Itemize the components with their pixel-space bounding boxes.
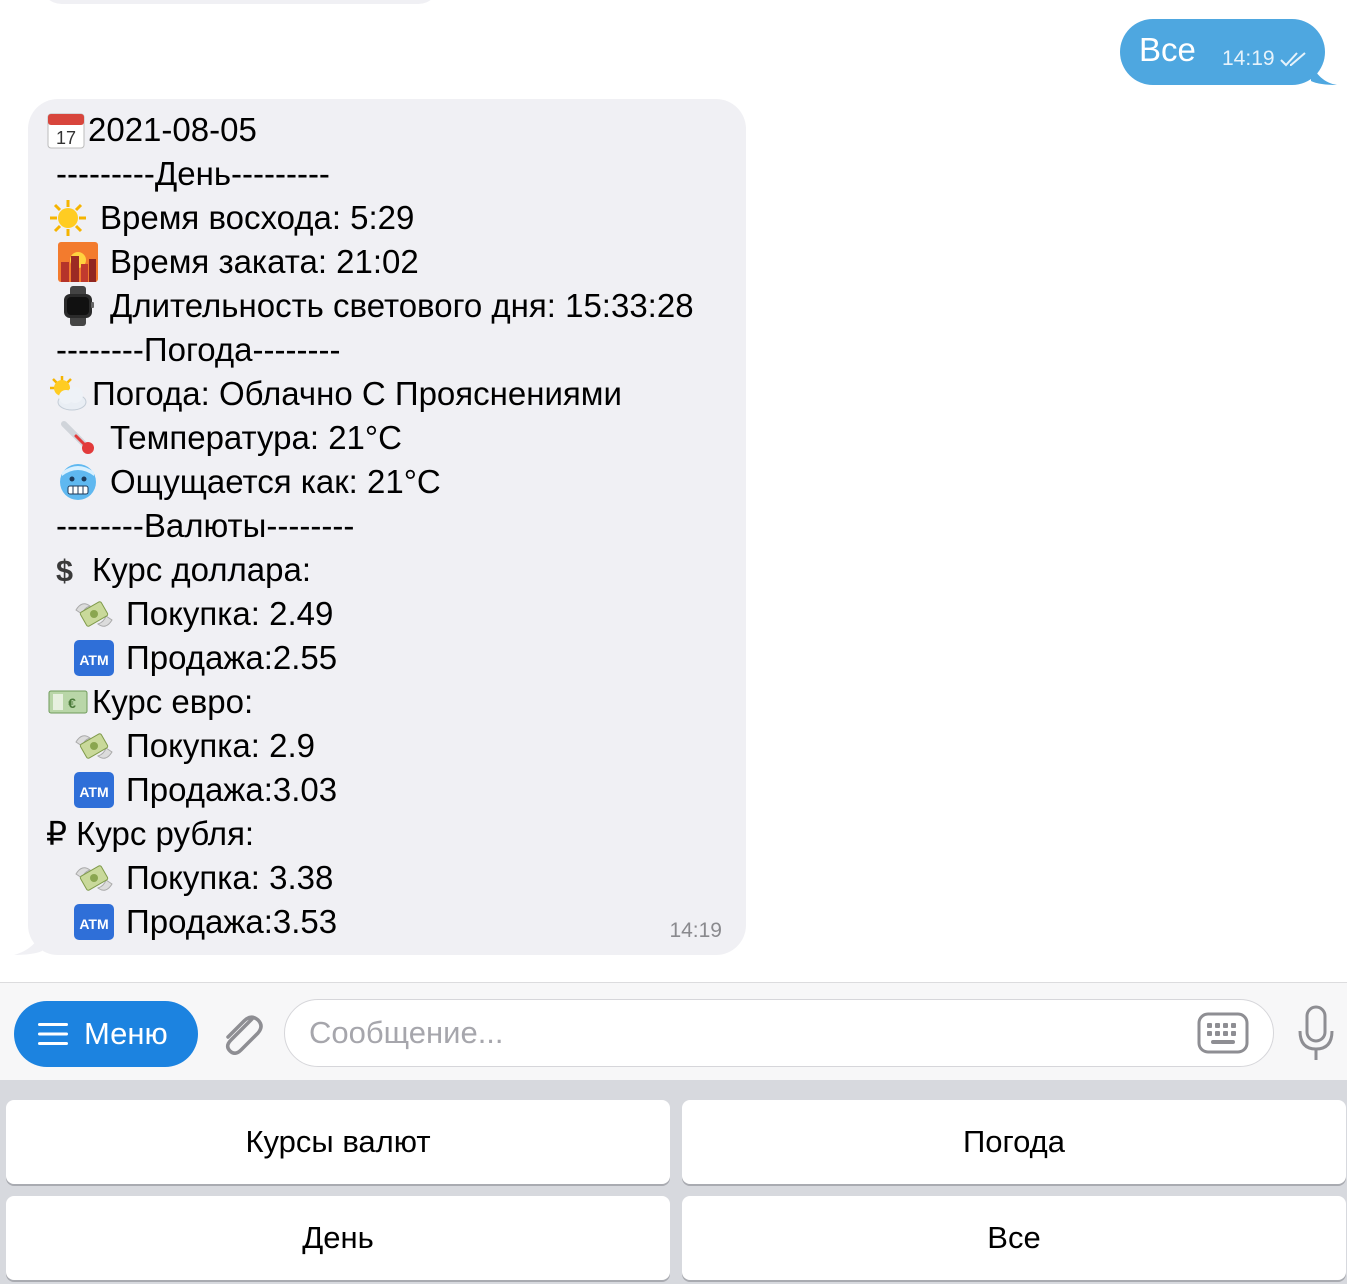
message-line-text: Время восхода: 5:29 bbox=[100, 199, 415, 236]
calendar-icon: 17 bbox=[47, 113, 85, 149]
message-line-rub-buy: Покупка: 3.38 bbox=[74, 856, 333, 900]
atm-icon: ATM bbox=[74, 904, 114, 940]
keyboard-button-rates[interactable]: Курсы валют bbox=[6, 1100, 670, 1184]
outgoing-message-meta: 14:19 bbox=[1222, 47, 1309, 71]
message-line-text: Покупка: 2.9 bbox=[126, 727, 315, 764]
svg-text:$: $ bbox=[56, 554, 73, 588]
menu-button-label: Меню bbox=[84, 1016, 168, 1051]
paperclip-icon[interactable] bbox=[216, 1007, 266, 1061]
watch-icon bbox=[64, 286, 94, 326]
hamburger-icon bbox=[38, 1023, 68, 1045]
message-line-ruble: ₽ Курс рубля: bbox=[46, 812, 254, 856]
svg-text:17: 17 bbox=[56, 128, 76, 148]
svg-text:ATM: ATM bbox=[79, 916, 108, 932]
message-line-text: Покупка: 2.49 bbox=[126, 595, 334, 632]
message-input[interactable] bbox=[307, 1000, 1191, 1066]
sun-behind-cloud-icon bbox=[50, 376, 87, 411]
message-line-text: Ощущается как: 21°C bbox=[110, 463, 441, 500]
message-line-euro: € Курс евро: bbox=[48, 680, 253, 724]
bubble-tail bbox=[14, 929, 42, 955]
outgoing-message-bubble[interactable]: Все 14:19 bbox=[1120, 19, 1325, 85]
message-line-text: Продажа:2.55 bbox=[126, 639, 338, 676]
menu-button[interactable]: Меню bbox=[14, 1001, 198, 1067]
incoming-message-bubble[interactable]: 17 2021-08-05 ---------День--------- Вре… bbox=[28, 99, 746, 955]
svg-text:ATM: ATM bbox=[79, 784, 108, 800]
previous-message-bubble bbox=[40, 0, 440, 4]
atm-icon: ATM bbox=[74, 772, 114, 808]
message-line-usd-buy: Покупка: 2.49 bbox=[74, 592, 333, 636]
message-line-eur-sell: ATM Продажа:3.03 bbox=[74, 768, 337, 812]
message-line-text: --------Погода-------- bbox=[56, 331, 341, 368]
bot-keyboard: Курсы валют Погода День Все bbox=[0, 1080, 1347, 1284]
keyboard-button-weather[interactable]: Погода bbox=[682, 1100, 1346, 1184]
money-wings-icon bbox=[75, 733, 113, 759]
money-wings-icon bbox=[75, 865, 113, 891]
message-line-text: --------Валюты-------- bbox=[56, 507, 355, 544]
message-line-text: Курс доллара: bbox=[92, 551, 311, 588]
message-line-divider: ---------День--------- bbox=[56, 152, 330, 196]
message-line-rub-sell: ATM Продажа:3.53 bbox=[74, 900, 337, 944]
message-line-divider: --------Погода-------- bbox=[56, 328, 340, 372]
message-line-text: Продажа:3.03 bbox=[126, 771, 338, 808]
message-line-text: Продажа:3.53 bbox=[126, 903, 338, 940]
keyboard-icon[interactable] bbox=[1197, 1012, 1249, 1054]
message-line-temperature: Температура: 21°C bbox=[58, 416, 402, 460]
bubble-tail bbox=[1311, 61, 1337, 85]
message-line-text: Длительность светового дня: 15:33:28 bbox=[110, 287, 694, 324]
microphone-icon[interactable] bbox=[1296, 1005, 1336, 1063]
message-line-sunset: Время заката: 21:02 bbox=[58, 240, 419, 284]
keyboard-button-day[interactable]: День bbox=[6, 1196, 670, 1280]
message-line-text: Погода: Облачно С Прояснениями bbox=[92, 375, 622, 412]
message-line-text: Время заката: 21:02 bbox=[110, 243, 419, 280]
svg-text:ATM: ATM bbox=[79, 652, 108, 668]
message-input-bar: Меню bbox=[0, 982, 1347, 1080]
sunset-city-icon bbox=[58, 242, 98, 282]
message-line-text: Покупка: 3.38 bbox=[126, 859, 334, 896]
chat-area: Все 14:19 17 2021-08-05 ---------День---… bbox=[0, 0, 1347, 982]
dollar-sign-icon: $ bbox=[56, 554, 73, 588]
message-line-feels-like: Ощущается как: 21°C bbox=[58, 460, 441, 504]
thermometer-icon bbox=[61, 421, 94, 454]
outgoing-message-text: Все bbox=[1139, 31, 1196, 68]
message-line-sunrise: Время восхода: 5:29 bbox=[48, 196, 414, 240]
message-line-usd-sell: ATM Продажа:2.55 bbox=[74, 636, 337, 680]
outgoing-message-time: 14:19 bbox=[1222, 47, 1275, 70]
euro-banknote-icon: € bbox=[48, 690, 88, 714]
keyboard-button-all[interactable]: Все bbox=[682, 1196, 1346, 1280]
message-field[interactable] bbox=[284, 999, 1274, 1067]
atm-icon: ATM bbox=[74, 640, 114, 676]
message-line-date: 17 2021-08-05 bbox=[46, 108, 257, 152]
message-line-text: 2021-08-05 bbox=[88, 111, 257, 148]
double-check-icon bbox=[1279, 52, 1306, 67]
message-line-eur-buy: Покупка: 2.9 bbox=[74, 724, 315, 768]
message-line-dollar: $ Курс доллара: bbox=[50, 548, 311, 592]
message-line-text: ₽ Курс рубля: bbox=[46, 815, 255, 852]
message-line-divider: --------Валюты-------- bbox=[56, 504, 354, 548]
message-line-daylength: Длительность светового дня: 15:33:28 bbox=[58, 284, 694, 328]
money-wings-icon bbox=[75, 601, 113, 627]
cold-face-icon bbox=[60, 464, 96, 500]
incoming-message-time: 14:19 bbox=[669, 919, 722, 942]
message-line-text: ---------День--------- bbox=[56, 155, 330, 192]
sun-icon bbox=[50, 200, 86, 236]
message-line-text: Температура: 21°C bbox=[110, 419, 402, 456]
message-line-text: Курс евро: bbox=[92, 683, 254, 720]
message-line-weather: Погода: Облачно С Прояснениями bbox=[48, 372, 622, 416]
svg-text:€: € bbox=[68, 695, 76, 711]
